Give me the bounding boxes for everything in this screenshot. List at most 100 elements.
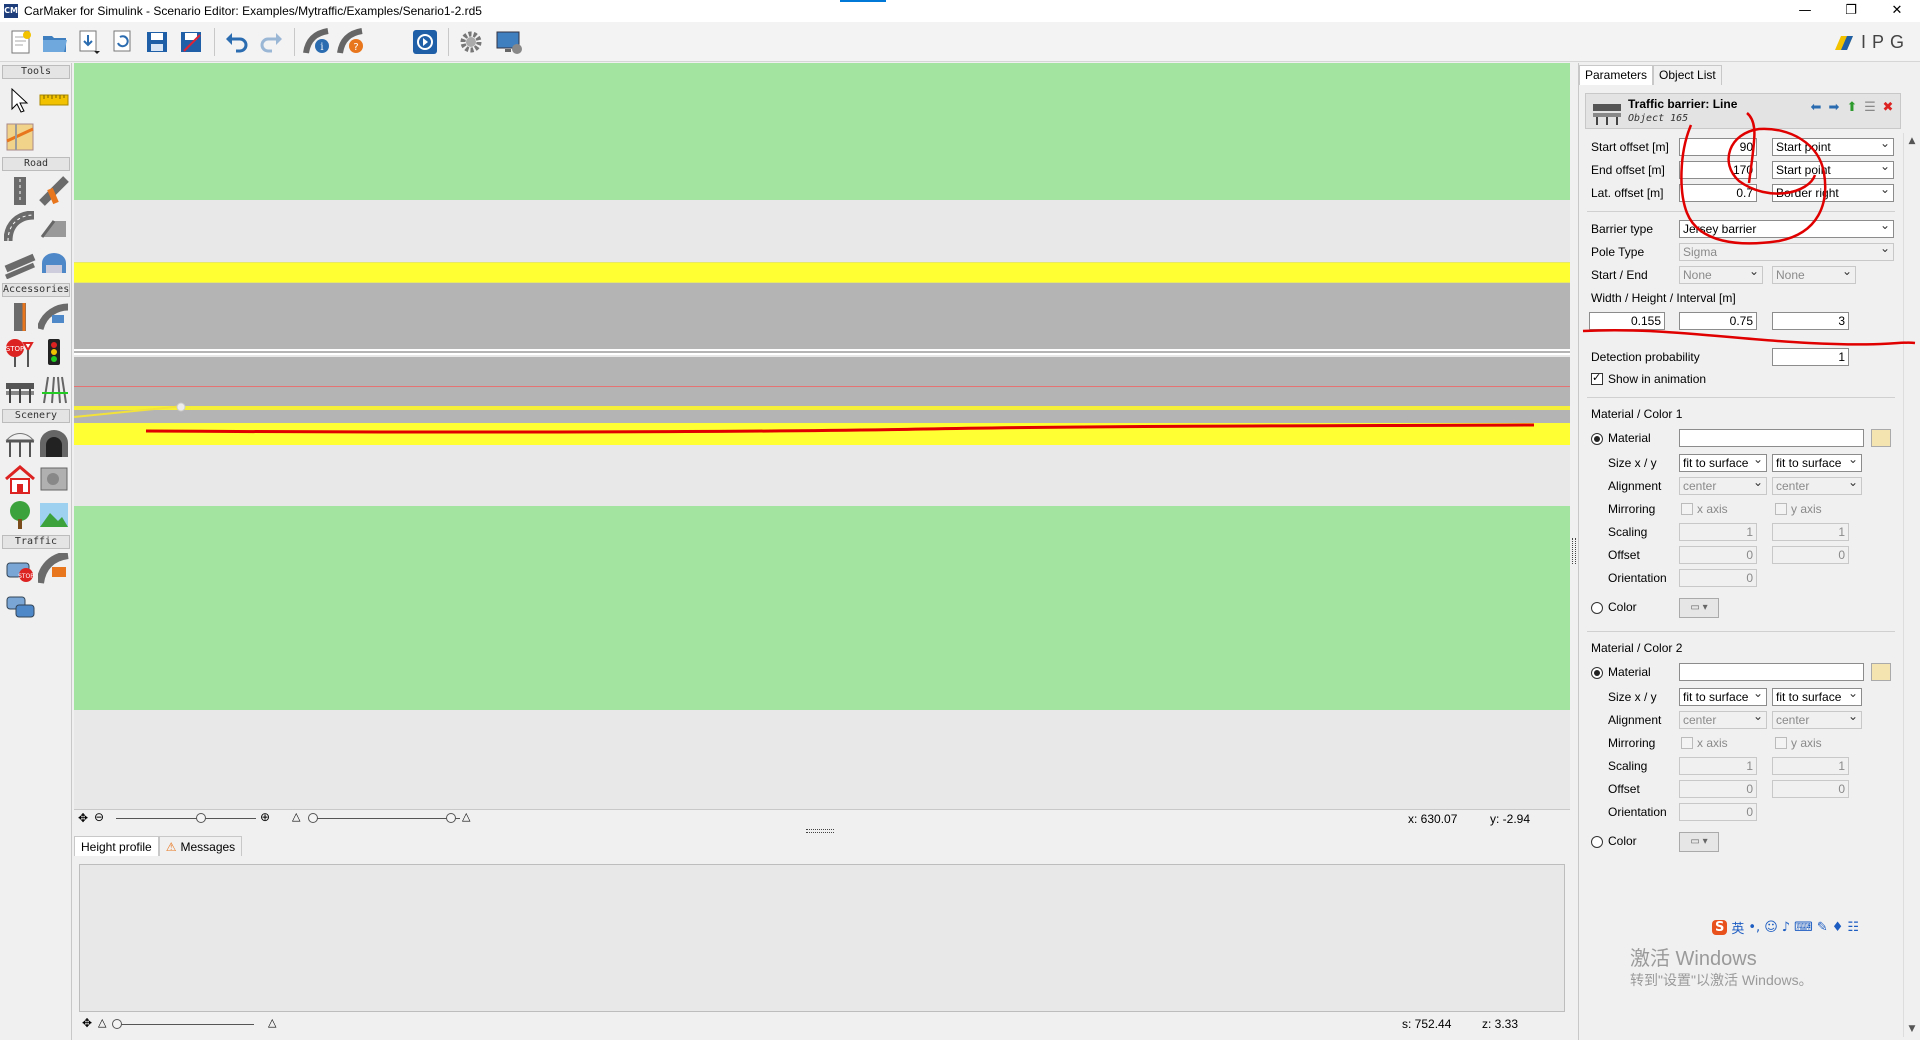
tab-messages[interactable]: ⚠ Messages [158, 836, 243, 856]
save-as-icon[interactable] [176, 27, 206, 57]
elevation-slider-track[interactable] [310, 818, 460, 819]
ime-tools-icon[interactable]: ✎ [1817, 920, 1828, 935]
m2-size-y-select[interactable]: fit to surface [1772, 685, 1862, 706]
material2-input[interactable] [1679, 663, 1864, 681]
maximize-button[interactable]: ❐ [1828, 0, 1874, 22]
ime-skin-icon[interactable]: ♦ [1832, 920, 1844, 935]
hp-scale-high-icon[interactable]: △ [268, 1016, 276, 1029]
splitter-handle[interactable] [806, 829, 834, 833]
m1-offset-x-input[interactable]: 0 [1679, 546, 1757, 564]
ruler-icon[interactable] [38, 85, 70, 117]
ramp-road-icon[interactable] [38, 211, 70, 243]
m1-offset-y-input[interactable]: 0 [1772, 546, 1849, 564]
reload-icon[interactable] [108, 27, 138, 57]
color1-picker-icon[interactable]: ▭ ▾ [1679, 598, 1719, 618]
bridge-icon[interactable] [36, 301, 70, 333]
save-icon[interactable] [142, 27, 172, 57]
m1-mirror-x-checkbox[interactable] [1681, 503, 1693, 515]
ime-emoji-icon[interactable]: ☺ [1764, 920, 1778, 935]
straight-road-icon[interactable] [4, 175, 36, 207]
sogou-icon[interactable]: S [1712, 919, 1728, 935]
scenario-canvas[interactable] [74, 63, 1570, 809]
m1-align-x-select[interactable]: center [1679, 474, 1767, 495]
m2-align-x-select[interactable]: center [1679, 708, 1767, 729]
m2-mirror-y-checkbox[interactable] [1775, 737, 1787, 749]
zoom-in-icon[interactable]: ⊕ [260, 810, 270, 824]
traffic-route-icon[interactable] [36, 551, 70, 585]
m2-scale-y-input[interactable]: 1 [1772, 757, 1849, 775]
pylon-icon[interactable] [38, 373, 70, 405]
minimize-button[interactable]: — [1782, 0, 1828, 22]
new-file-icon[interactable] [6, 27, 36, 57]
roundabout-road-icon[interactable] [4, 247, 36, 280]
m2-offset-y-input[interactable]: 0 [1772, 780, 1849, 798]
m2-size-x-select[interactable]: fit to surface [1679, 685, 1767, 706]
road-info-icon[interactable]: i [302, 27, 332, 57]
zoom-slider-thumb[interactable] [196, 813, 206, 823]
zoom-out-icon[interactable]: ⊖ [94, 810, 104, 824]
m1-size-y-select[interactable]: fit to surface [1772, 451, 1862, 472]
elevation-high-icon[interactable]: △ [462, 810, 470, 823]
color2-radio[interactable] [1591, 836, 1603, 848]
landscape-icon[interactable] [38, 499, 70, 531]
height-profile-plot[interactable] [79, 864, 1565, 1012]
bridge-scenery-icon[interactable] [4, 427, 36, 459]
road-marking-icon[interactable] [4, 301, 36, 333]
barrier-start-handle[interactable] [176, 402, 186, 412]
hp-scale-low-icon[interactable]: △ [98, 1016, 106, 1029]
import-icon[interactable] [74, 27, 104, 57]
map-tool-icon[interactable] [4, 121, 36, 153]
material1-folder-icon[interactable] [1871, 429, 1891, 447]
select-pointer-icon[interactable] [4, 85, 36, 117]
m2-scale-x-input[interactable]: 1 [1679, 757, 1757, 775]
tunnel-road-icon[interactable] [38, 247, 70, 279]
ime-lang[interactable]: 英 [1731, 918, 1744, 937]
m1-mirror-y-checkbox[interactable] [1775, 503, 1787, 515]
traffic-light-icon[interactable] [38, 337, 70, 369]
texture-scenery-icon[interactable] [38, 463, 70, 495]
hp-slider-track[interactable] [114, 1024, 254, 1025]
color2-picker-icon[interactable]: ▭ ▾ [1679, 832, 1719, 852]
display-settings-icon[interactable] [494, 27, 524, 57]
m1-align-y-select[interactable]: center [1772, 474, 1862, 495]
ime-mic-icon[interactable]: ♪ [1782, 920, 1790, 935]
road-check-icon[interactable]: ? [336, 27, 366, 57]
m2-orientation-input[interactable]: 0 [1679, 803, 1757, 821]
m1-orientation-input[interactable]: 0 [1679, 569, 1757, 587]
open-folder-icon[interactable] [40, 27, 70, 57]
undo-icon[interactable] [222, 27, 252, 57]
stop-sign-icon[interactable]: STOP [4, 337, 36, 369]
hp-slider-thumb[interactable] [112, 1019, 122, 1029]
m1-size-x-select[interactable]: fit to surface [1679, 451, 1767, 472]
elevation-low-icon[interactable]: △ [292, 810, 300, 823]
elevation-slider-thumb-right[interactable] [446, 813, 456, 823]
tab-height-profile[interactable]: Height profile [74, 836, 159, 856]
m2-offset-x-input[interactable]: 0 [1679, 780, 1757, 798]
house-icon[interactable] [4, 463, 36, 495]
preview-icon[interactable] [410, 27, 440, 57]
ime-menu-icon[interactable]: ☷ [1847, 920, 1859, 935]
hp-pan-icon[interactable]: ✥ [82, 1016, 92, 1030]
curve-road-icon[interactable] [3, 210, 36, 243]
m1-scale-y-input[interactable]: 1 [1772, 523, 1849, 541]
material1-radio[interactable] [1591, 433, 1603, 445]
ime-punctuation-icon[interactable]: •, [1748, 920, 1760, 935]
material1-input[interactable] [1679, 429, 1864, 447]
traffic-vehicles-icon[interactable] [4, 589, 36, 621]
close-button[interactable]: ✕ [1874, 0, 1920, 22]
tunnel-scenery-icon[interactable] [38, 427, 70, 459]
guard-rail-icon[interactable] [4, 373, 36, 405]
zoom-slider-track[interactable] [116, 818, 256, 819]
tree-icon[interactable] [4, 499, 36, 531]
m2-mirror-x-checkbox[interactable] [1681, 737, 1693, 749]
junction-road-icon[interactable] [38, 175, 70, 207]
material2-folder-icon[interactable] [1871, 663, 1891, 681]
material2-radio[interactable] [1591, 667, 1603, 679]
vertical-splitter-handle[interactable] [1572, 538, 1576, 564]
pan-icon[interactable]: ✥ [78, 811, 88, 825]
settings-gear-icon[interactable] [456, 27, 486, 57]
m1-scale-x-input[interactable]: 1 [1679, 523, 1757, 541]
elevation-slider-thumb-left[interactable] [308, 813, 318, 823]
m2-align-y-select[interactable]: center [1772, 708, 1862, 729]
redo-icon[interactable] [256, 27, 286, 57]
